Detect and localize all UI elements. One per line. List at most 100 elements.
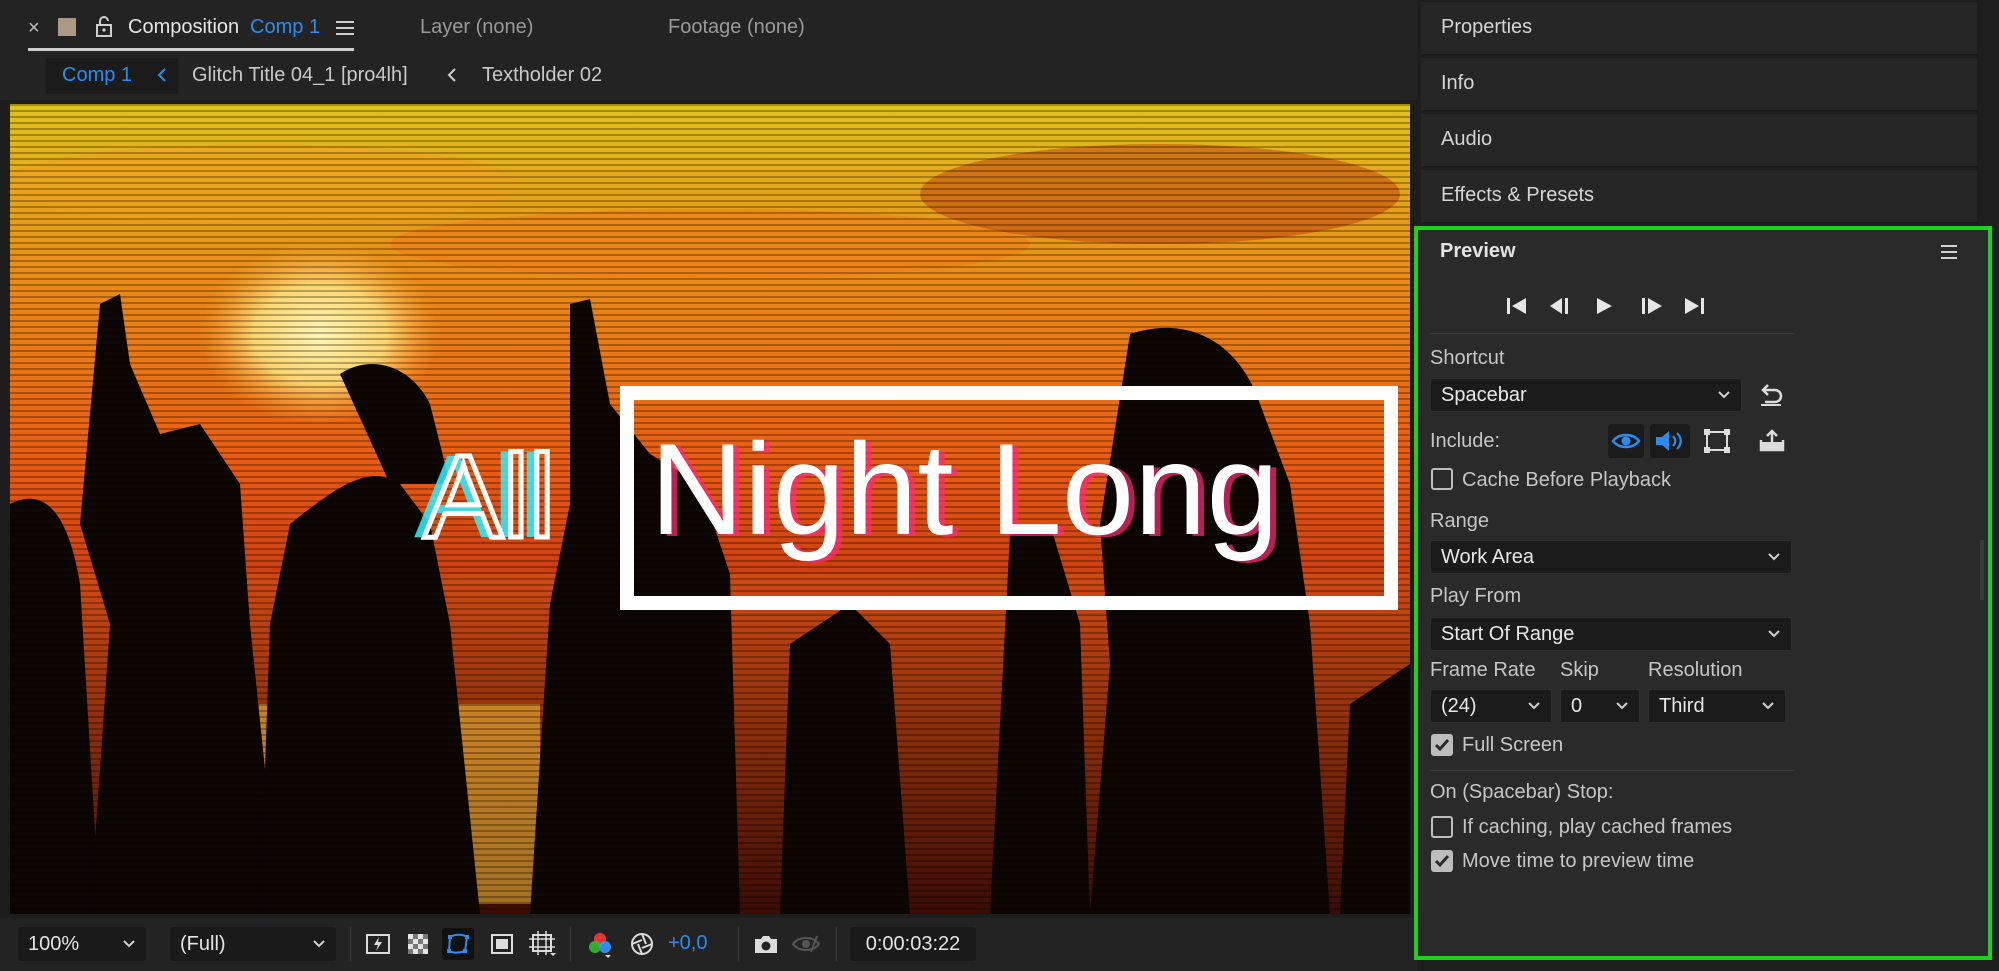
full-screen-checkbox[interactable] [1431, 734, 1453, 756]
chevron-down-icon [1528, 702, 1540, 710]
viewer-frame-image: All All Night Long Night Long [10, 104, 1410, 914]
panel-title-info: Info [1441, 72, 1475, 94]
cache-before-playback-checkbox[interactable] [1431, 468, 1453, 490]
frame-rate-dropdown[interactable]: (24) [1430, 689, 1552, 723]
region-of-interest-icon[interactable] [486, 928, 518, 960]
shortcut-dropdown[interactable]: Spacebar [1430, 378, 1742, 412]
shortcut-label: Shortcut [1430, 347, 1505, 369]
lock-icon[interactable] [94, 15, 114, 42]
previous-frame-icon[interactable] [1548, 296, 1574, 321]
first-frame-icon[interactable] [1505, 296, 1529, 321]
chevron-down-icon [123, 940, 135, 948]
chevron-down-icon [1768, 630, 1780, 638]
comp-color-swatch [58, 18, 76, 36]
resolution-label: Resolution [1648, 659, 1743, 681]
include-overlays-icon[interactable] [1702, 427, 1732, 460]
include-label: Include: [1430, 430, 1501, 452]
toggle-mask-path-icon[interactable] [442, 928, 474, 960]
skip-dropdown[interactable]: 0 [1560, 689, 1640, 723]
resolution-setting-dropdown[interactable]: Third [1648, 689, 1786, 723]
grid-guides-icon[interactable] [526, 928, 558, 960]
chevron-down-icon [1768, 553, 1780, 561]
export-include-icon[interactable] [1758, 428, 1786, 459]
breadcrumb-chevron-icon [446, 66, 458, 89]
last-frame-icon[interactable] [1682, 296, 1706, 321]
timecode-value: 0:00:03:22 [865, 932, 961, 955]
zoom-dropdown[interactable]: 100% [18, 927, 146, 961]
play-icon[interactable] [1594, 296, 1614, 321]
panel-title-effects-presets: Effects & Presets [1441, 184, 1595, 206]
toolbar-divider [570, 927, 571, 961]
breadcrumb-chevron-icon [156, 66, 168, 89]
reset-shortcut-icon[interactable] [1758, 382, 1784, 413]
chevron-down-icon [1718, 391, 1730, 399]
exposure-value[interactable]: +0,0 [668, 932, 707, 955]
include-video-icon[interactable] [1608, 424, 1644, 458]
move-time-checkbox[interactable] [1431, 850, 1453, 872]
panel-title-properties: Properties [1441, 16, 1533, 38]
tab-menu-icon[interactable] [336, 20, 354, 41]
active-tab-underline [28, 48, 354, 51]
skip-label: Skip [1560, 659, 1599, 681]
shortcut-value: Spacebar [1441, 383, 1527, 406]
range-value: Work Area [1441, 545, 1534, 568]
move-time-label: Move time to preview time [1462, 850, 1695, 872]
resolution-dropdown[interactable]: (Full) [170, 927, 336, 961]
panel-menu-icon[interactable] [1941, 245, 1957, 264]
toolbar-divider [836, 927, 837, 961]
full-screen-label: Full Screen [1462, 734, 1564, 756]
viewer-title-word1: All [424, 431, 555, 563]
checkmark-icon [1434, 739, 1450, 752]
on-stop-label: On (Spacebar) Stop: [1430, 781, 1614, 803]
next-frame-icon[interactable] [1638, 296, 1664, 321]
preview-panel-title: Preview [1440, 240, 1516, 262]
if-caching-label: If caching, play cached frames [1462, 816, 1733, 838]
toolbar-divider [738, 927, 739, 961]
range-dropdown[interactable]: Work Area [1430, 540, 1792, 574]
if-caching-checkbox[interactable] [1431, 816, 1453, 838]
viewer-title-word2: Night Long [650, 416, 1279, 562]
transparency-grid-icon[interactable] [402, 928, 434, 960]
chevron-down-icon [1616, 702, 1628, 710]
color-channels-icon[interactable] [584, 928, 616, 960]
camera-snapshot-icon[interactable] [750, 928, 782, 960]
zoom-value: 100% [28, 932, 80, 955]
chevron-down-icon [1762, 702, 1774, 710]
reset-exposure-icon[interactable] [626, 928, 658, 960]
checkmark-icon [1434, 855, 1450, 868]
properties-panel[interactable]: Properties [1421, 2, 1977, 56]
resolution-value: (Full) [180, 932, 226, 955]
audio-panel[interactable]: Audio [1421, 114, 1977, 168]
play-from-dropdown[interactable]: Start Of Range [1430, 617, 1792, 651]
show-snapshot-icon[interactable] [790, 928, 822, 960]
frame-rate-label: Frame Rate [1430, 659, 1536, 681]
effects-presets-panel[interactable]: Effects & Presets [1421, 170, 1977, 224]
include-audio-icon[interactable] [1650, 424, 1690, 458]
composition-viewer[interactable]: All All Night Long Night Long [10, 104, 1410, 914]
breadcrumb-item-glitch-title[interactable]: Glitch Title 04_1 [pro4lh] [192, 64, 408, 87]
panel-title-audio: Audio [1441, 128, 1493, 150]
breadcrumb-item-textholder[interactable]: Textholder 02 [482, 64, 602, 87]
divider [1430, 770, 1794, 771]
frame-rate-value: (24) [1441, 694, 1477, 717]
chevron-down-icon [313, 940, 325, 948]
cache-before-playback-label: Cache Before Playback [1462, 469, 1672, 491]
divider [1430, 333, 1794, 334]
breadcrumb-item-comp1[interactable]: Comp 1 [62, 64, 132, 87]
range-label: Range [1430, 510, 1489, 532]
info-panel[interactable]: Info [1421, 58, 1977, 112]
play-from-label: Play From [1430, 585, 1522, 607]
tab-layer[interactable]: Layer (none) [420, 16, 533, 39]
play-from-value: Start Of Range [1441, 622, 1575, 645]
preview-scrollbar[interactable] [1980, 540, 1984, 600]
skip-value: 0 [1571, 694, 1583, 717]
tab-composition-name[interactable]: Comp 1 [250, 16, 320, 39]
current-time-display[interactable]: 0:00:03:22 [850, 927, 976, 961]
resolution-setting-value: Third [1659, 694, 1705, 717]
tab-composition-label[interactable]: Composition [128, 16, 239, 39]
fast-previews-icon[interactable] [362, 928, 394, 960]
close-tab-icon[interactable]: × [28, 17, 40, 40]
composition-tab-bar: × Composition Comp 1 Layer (none) Footag… [0, 0, 1417, 56]
toolbar-divider [350, 927, 351, 961]
tab-footage[interactable]: Footage (none) [668, 16, 805, 39]
